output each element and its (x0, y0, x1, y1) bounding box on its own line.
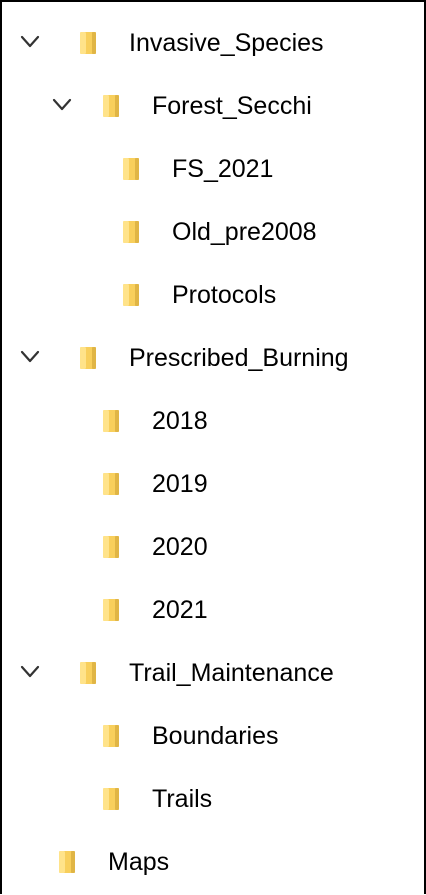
tree-item-label: FS_2021 (172, 155, 274, 183)
folder-icon (102, 787, 120, 811)
tree-item-label: Trail_Maintenance (129, 659, 334, 687)
tree-item-label: Forest_Secchi (152, 92, 312, 120)
tree-item-boundaries[interactable]: Boundaries (2, 706, 424, 769)
folder-icon (102, 472, 120, 496)
tree-item-prescribed-burning[interactable]: Prescribed_Burning (2, 328, 424, 391)
folder-icon (79, 346, 97, 370)
tree-item-2019[interactable]: 2019 (2, 454, 424, 517)
folder-icon (102, 724, 120, 748)
chevron-down-icon[interactable] (20, 35, 40, 49)
tree-item-label: 2019 (152, 470, 208, 498)
tree-item-label: Boundaries (152, 722, 279, 750)
tree-item-forest-secchi[interactable]: Forest_Secchi (2, 76, 424, 139)
navigation-pane: Invasive_Species Forest_Secchi FS_2021 O… (0, 0, 426, 894)
tree-item-2021[interactable]: 2021 (2, 580, 424, 643)
folder-tree: Invasive_Species Forest_Secchi FS_2021 O… (2, 13, 424, 895)
folder-icon (79, 661, 97, 685)
tree-item-label: Maps (108, 848, 170, 876)
tree-item-invasive-species[interactable]: Invasive_Species (2, 13, 424, 76)
folder-icon (102, 94, 120, 118)
tree-item-protocols[interactable]: Protocols (2, 265, 424, 328)
chevron-down-icon[interactable] (52, 98, 72, 112)
tree-item-maps[interactable]: Maps (2, 832, 424, 895)
tree-item-label: Prescribed_Burning (129, 344, 349, 372)
tree-item-label: 2020 (152, 533, 208, 561)
tree-item-old-pre2008[interactable]: Old_pre2008 (2, 202, 424, 265)
folder-icon (122, 283, 140, 307)
chevron-down-icon[interactable] (20, 665, 40, 679)
folder-icon (122, 220, 140, 244)
tree-item-label: 2021 (152, 596, 208, 624)
tree-item-2020[interactable]: 2020 (2, 517, 424, 580)
tree-item-label: Old_pre2008 (172, 218, 317, 246)
tree-item-fs-2021[interactable]: FS_2021 (2, 139, 424, 202)
tree-item-trails[interactable]: Trails (2, 769, 424, 832)
folder-icon (79, 31, 97, 55)
chevron-down-icon[interactable] (20, 350, 40, 364)
tree-item-label: Protocols (172, 281, 277, 309)
folder-icon (102, 409, 120, 433)
tree-item-label: 2018 (152, 407, 208, 435)
tree-item-2018[interactable]: 2018 (2, 391, 424, 454)
folder-icon (102, 598, 120, 622)
tree-item-label: Invasive_Species (129, 29, 324, 57)
tree-item-trail-maintenance[interactable]: Trail_Maintenance (2, 643, 424, 706)
folder-icon (122, 157, 140, 181)
folder-icon (102, 535, 120, 559)
folder-icon (58, 850, 76, 874)
tree-item-label: Trails (152, 785, 213, 813)
